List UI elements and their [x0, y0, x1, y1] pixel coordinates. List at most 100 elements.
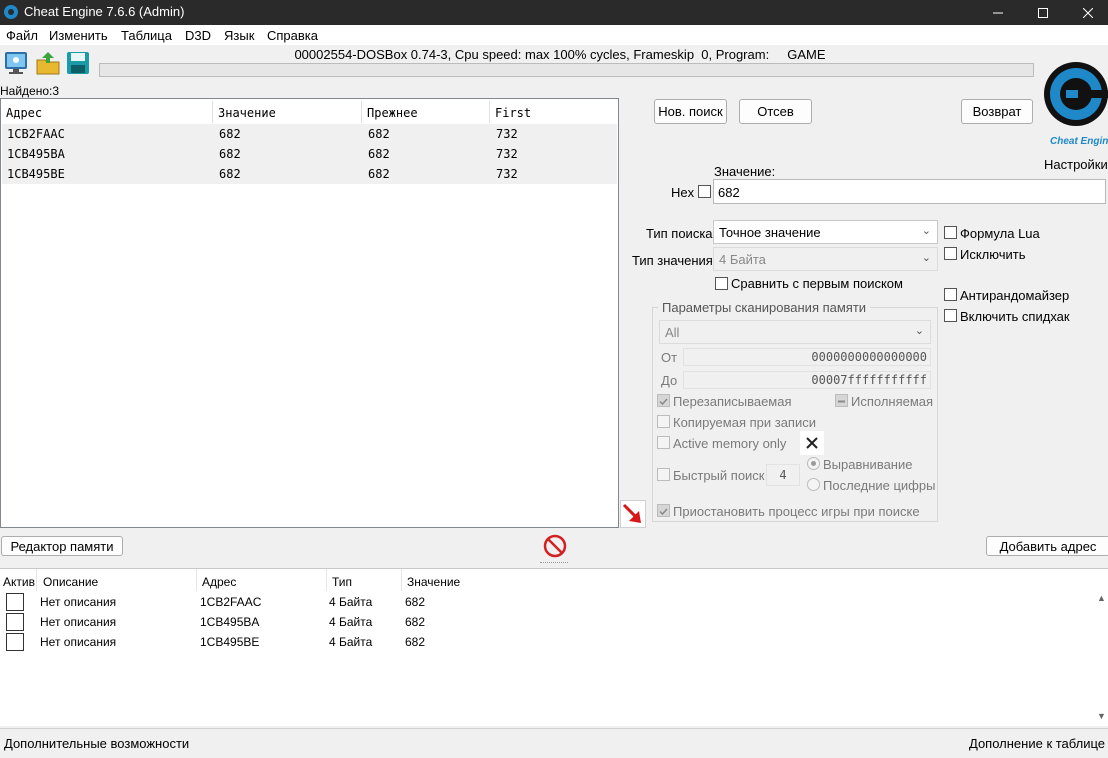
scroll-down-icon[interactable]: ▼ [1097, 711, 1106, 721]
value-type-value: 4 Байта [719, 252, 766, 267]
entry-type[interactable]: 4 Байта [329, 615, 372, 629]
maximize-icon [1038, 7, 1048, 18]
table-extras-button[interactable]: Дополнение к таблице [969, 736, 1105, 751]
entry-value[interactable]: 682 [405, 615, 425, 629]
entry-address[interactable]: 1CB495BA [200, 615, 259, 629]
scan-type-value: Точное значение [719, 225, 821, 240]
result-first: 732 [496, 127, 518, 141]
copy-on-write-checkbox[interactable] [657, 415, 670, 428]
col-divider [36, 569, 37, 591]
entry-address[interactable]: 1CB2FAAC [200, 595, 261, 609]
col-value[interactable]: Значение [407, 575, 460, 589]
splitter-handle[interactable] [540, 562, 568, 565]
hex-checkbox[interactable] [698, 185, 711, 198]
result-address: 1CB495BA [7, 147, 65, 161]
results-header-previous[interactable]: Прежнее [362, 101, 490, 123]
results-header-address[interactable]: Адрес [1, 101, 213, 123]
entry-value[interactable]: 682 [405, 595, 425, 609]
undo-scan-button[interactable]: Возврат [961, 99, 1033, 124]
unrandomizer-checkbox[interactable] [944, 288, 957, 301]
col-address[interactable]: Адрес [202, 575, 236, 589]
entry-value[interactable]: 682 [405, 635, 425, 649]
open-process-button[interactable] [3, 50, 29, 76]
result-address: 1CB495BE [7, 167, 65, 181]
result-row[interactable]: 1CB495BE 682 682 732 [2, 164, 617, 184]
red-arrow-icon [622, 503, 641, 523]
scan-type-select[interactable]: Точное значение ⌄ [713, 220, 938, 244]
value-input[interactable]: 682 [713, 179, 1106, 204]
col-description[interactable]: Описание [43, 575, 98, 589]
hex-label: Hex [671, 185, 695, 200]
pause-game-checkbox[interactable] [657, 504, 670, 517]
entry-address[interactable]: 1CB495BE [200, 635, 259, 649]
results-header-value[interactable]: Значение [213, 101, 362, 123]
advanced-options-button[interactable]: Дополнительные возможности [4, 736, 189, 751]
last-digits-radio[interactable] [807, 478, 820, 491]
open-table-button[interactable] [35, 50, 61, 76]
start-address-input[interactable]: 0000000000000000 [683, 348, 931, 366]
add-address-button[interactable]: Добавить адрес [986, 536, 1108, 556]
menu-help[interactable]: Справка [267, 28, 318, 43]
compare-first-checkbox[interactable] [715, 277, 728, 290]
result-row[interactable]: 1CB495BA 682 682 732 [2, 144, 617, 164]
executable-checkbox[interactable] [835, 394, 848, 407]
unrandomizer-label: Антирандомайзер [960, 288, 1070, 303]
entry-description[interactable]: Нет описания [40, 615, 116, 629]
lua-formula-checkbox[interactable] [944, 226, 957, 239]
new-scan-button[interactable]: Нов. поиск [654, 99, 727, 124]
add-selected-to-list-button[interactable] [620, 500, 646, 528]
result-address: 1CB2FAAC [7, 127, 65, 141]
no-entry-icon [543, 534, 567, 558]
save-table-button[interactable] [65, 50, 91, 76]
next-scan-button[interactable]: Отсев [739, 99, 812, 124]
result-value: 682 [219, 167, 241, 181]
col-active[interactable]: Актив [3, 575, 35, 589]
result-row[interactable]: 1CB2FAAC 682 682 732 [2, 124, 617, 144]
floppy-disk-icon [67, 52, 89, 74]
memory-region-select[interactable]: All ⌄ [659, 320, 931, 344]
minimize-button[interactable] [975, 0, 1021, 25]
cheat-engine-logo[interactable]: Cheat Engine [1036, 44, 1108, 152]
results-header-first[interactable]: First [490, 101, 618, 123]
menu-file[interactable]: Файл [6, 28, 38, 43]
menu-table[interactable]: Таблица [121, 28, 172, 43]
writable-checkbox[interactable] [657, 394, 670, 407]
last-digits-label: Последние цифры [823, 478, 936, 493]
stop-address-input[interactable]: 00007fffffffffff [683, 371, 931, 389]
speedhack-checkbox[interactable] [944, 309, 957, 322]
address-list-table[interactable]: Актив Описание Адрес Тип Значение Нет оп… [0, 568, 1108, 726]
clear-button[interactable] [800, 431, 824, 455]
entry-description[interactable]: Нет описания [40, 595, 116, 609]
memory-view-button[interactable]: Редактор памяти [1, 536, 123, 556]
scroll-up-icon[interactable]: ▲ [1097, 593, 1106, 603]
alignment-radio[interactable] [807, 457, 820, 470]
entry-description[interactable]: Нет описания [40, 635, 116, 649]
stop-button[interactable] [541, 533, 569, 561]
entry-type[interactable]: 4 Байта [329, 635, 372, 649]
fast-scan-alignment-input[interactable]: 4 [766, 464, 800, 486]
result-value: 682 [219, 127, 241, 141]
found-addresses-list[interactable]: Адрес Значение Прежнее First 1CB2FAAC 68… [0, 98, 619, 528]
title-bar: Cheat Engine 7.6.6 (Admin) [0, 0, 1108, 25]
active-memory-checkbox[interactable] [657, 436, 670, 449]
active-checkbox[interactable] [6, 613, 24, 631]
menu-d3d[interactable]: D3D [185, 28, 211, 43]
result-value: 682 [219, 147, 241, 161]
close-icon [806, 437, 818, 449]
alignment-label: Выравнивание [823, 457, 913, 472]
menu-edit[interactable]: Изменить [49, 28, 108, 43]
active-checkbox[interactable] [6, 593, 24, 611]
menu-language[interactable]: Язык [224, 28, 254, 43]
close-window-button[interactable] [1065, 0, 1108, 25]
col-type[interactable]: Тип [332, 575, 352, 589]
settings-label[interactable]: Настройки [1044, 157, 1108, 172]
maximize-button[interactable] [1020, 0, 1066, 25]
value-type-select[interactable]: 4 Байта ⌄ [713, 247, 938, 271]
active-checkbox[interactable] [6, 633, 24, 651]
result-previous: 682 [368, 167, 390, 181]
entry-type[interactable]: 4 Байта [329, 595, 372, 609]
value-type-label: Тип значения [632, 253, 713, 268]
fast-scan-checkbox[interactable] [657, 468, 670, 481]
vertical-scrollbar[interactable]: ▲ ▼ [1096, 593, 1108, 725]
not-checkbox[interactable] [944, 247, 957, 260]
